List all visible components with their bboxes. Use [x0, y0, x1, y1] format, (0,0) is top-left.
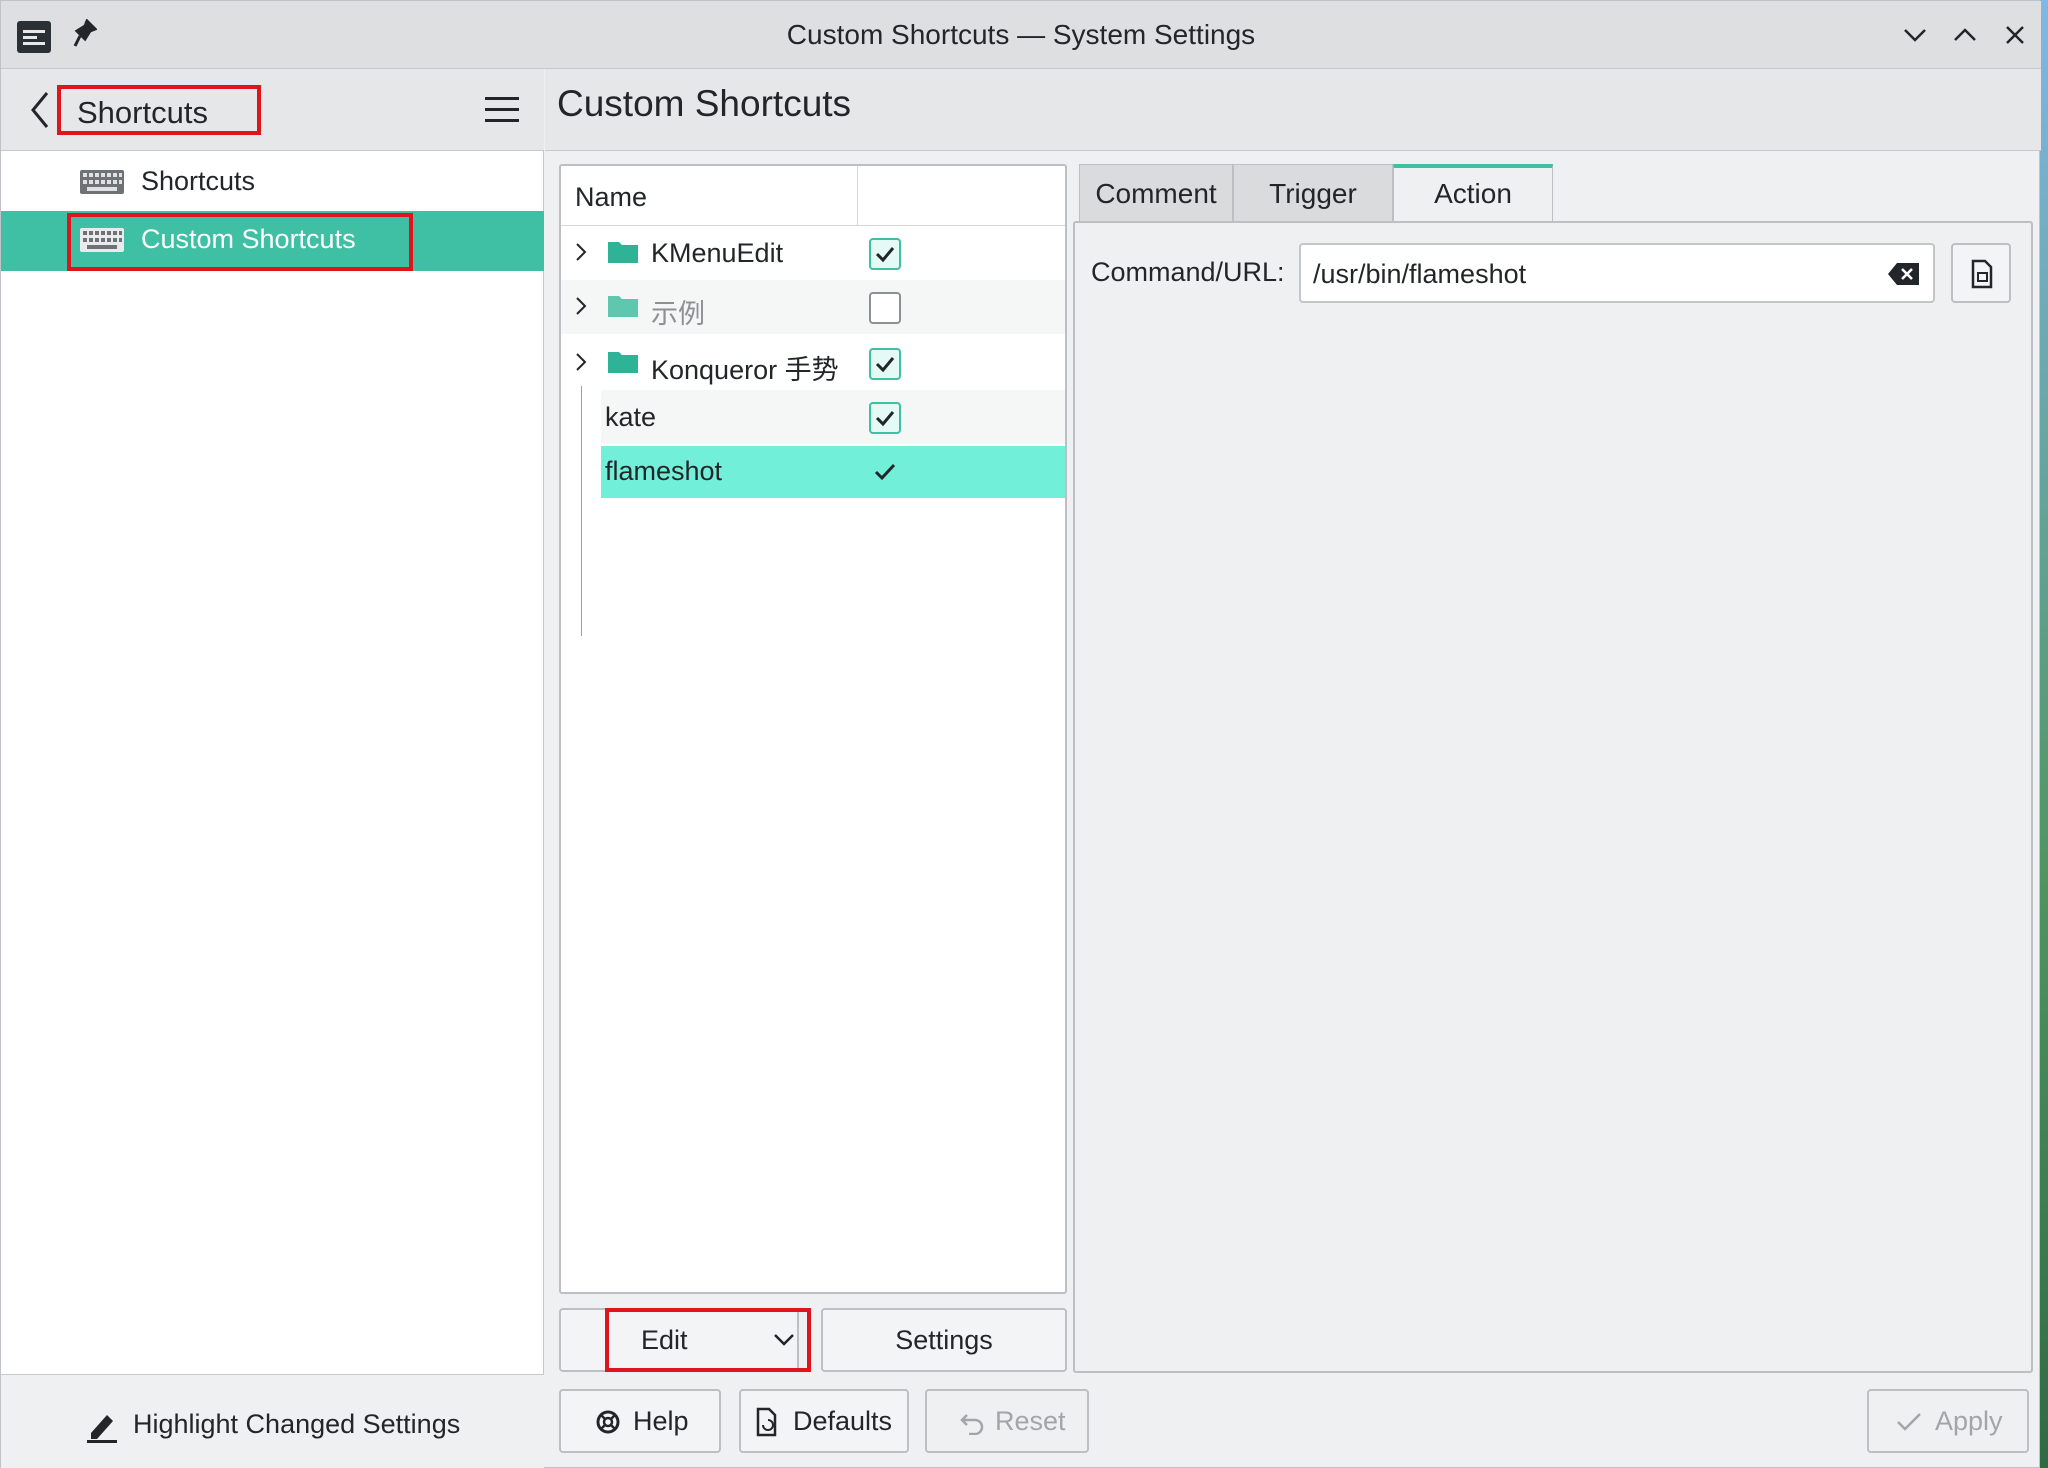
check-icon	[1897, 1413, 1921, 1431]
column-header-name[interactable]: Name	[575, 182, 647, 213]
tab-trigger[interactable]: Trigger	[1233, 164, 1393, 224]
tree-row-example[interactable]: 示例	[561, 280, 1065, 334]
tab-content-panel	[1073, 221, 2033, 1373]
pen-icon	[87, 1415, 117, 1443]
keyboard-icon	[80, 170, 124, 194]
reset-button[interactable]: Reset	[925, 1389, 1089, 1453]
system-settings-window: Custom Shortcuts — System Settings Short…	[0, 0, 2041, 1468]
expand-arrow-icon[interactable]	[571, 240, 591, 264]
maximize-button[interactable]	[1945, 15, 1985, 55]
highlight-changed-settings-label: Highlight Changed Settings	[133, 1409, 461, 1439]
annotation-highlight-box	[605, 1308, 811, 1372]
tree-row-kate[interactable]: kate	[601, 390, 1065, 444]
annotation-highlight-box	[67, 213, 413, 271]
enabled-checkbox[interactable]	[869, 238, 901, 270]
tree-row-label: Konqueror 手势	[651, 355, 839, 385]
hamburger-menu-icon[interactable]	[485, 97, 519, 123]
minimize-button[interactable]	[1895, 15, 1935, 55]
apply-button-label: Apply	[1935, 1406, 2003, 1436]
command-url-value: /usr/bin/flameshot	[1313, 259, 1527, 289]
browse-file-button[interactable]	[1951, 243, 2011, 303]
tree-header: Name	[561, 166, 1065, 226]
defaults-button[interactable]: Defaults	[739, 1389, 909, 1453]
desktop-background	[2040, 0, 2048, 1468]
tree-row-label: flameshot	[605, 456, 723, 486]
tree-branch-line	[581, 386, 582, 636]
enabled-checkbox[interactable]	[869, 292, 901, 324]
command-url-label: Command/URL:	[1091, 257, 1285, 287]
apply-button[interactable]: Apply	[1867, 1389, 2029, 1453]
tree-row-konqueror[interactable]: Konqueror 手势	[561, 336, 1065, 390]
help-button[interactable]: Help	[559, 1389, 721, 1453]
enabled-checkbox[interactable]	[869, 348, 901, 380]
sidebar-title: Shortcuts	[57, 85, 261, 135]
undo-icon	[960, 1414, 984, 1435]
tab-comment[interactable]: Comment	[1079, 164, 1233, 224]
highlight-changed-settings-button[interactable]: Highlight Changed Settings	[1, 1374, 544, 1468]
reset-button-label: Reset	[995, 1406, 1066, 1436]
expand-arrow-icon[interactable]	[571, 350, 591, 374]
sidebar: Shortcuts Shortcuts Custom Shortcuts Hig…	[1, 69, 544, 1468]
tree-row-label: kate	[605, 402, 657, 432]
tree-row-label: KMenuEdit	[651, 238, 784, 268]
window-title: Custom Shortcuts — System Settings	[786, 19, 1256, 50]
tab-action[interactable]: Action	[1393, 164, 1553, 226]
folder-icon	[608, 242, 638, 263]
back-arrow-icon[interactable]	[25, 87, 55, 133]
folder-icon	[608, 352, 638, 373]
enabled-checkbox[interactable]	[869, 402, 901, 434]
command-url-input[interactable]: /usr/bin/flameshot	[1299, 243, 1935, 303]
settings-button[interactable]: Settings	[821, 1308, 1067, 1372]
expand-arrow-icon[interactable]	[571, 294, 591, 318]
title-bar: Custom Shortcuts — System Settings	[1, 1, 2041, 69]
sidebar-header: Shortcuts	[1, 69, 544, 151]
close-button[interactable]	[1995, 15, 2035, 55]
shortcuts-tree[interactable]: Name KMenuEdit 示例 Konqueror 手势 kate flam…	[559, 164, 1067, 1294]
column-divider	[857, 166, 858, 226]
help-button-label: Help	[633, 1406, 689, 1436]
defaults-button-label: Defaults	[793, 1406, 893, 1436]
clear-text-icon[interactable]	[1887, 261, 1921, 287]
sidebar-item-shortcuts[interactable]: Shortcuts	[1, 153, 544, 213]
tree-row-label: 示例	[651, 299, 705, 329]
help-lifebuoy-icon	[596, 1410, 620, 1434]
page-title: Custom Shortcuts	[557, 83, 852, 124]
tree-row-kmenuedit[interactable]: KMenuEdit	[561, 226, 1065, 280]
folder-icon	[608, 296, 638, 317]
document-icon	[1971, 259, 1993, 289]
main-header: Custom Shortcuts	[545, 69, 2041, 151]
document-icon	[756, 1407, 777, 1437]
sidebar-item-label: Shortcuts	[141, 166, 256, 196]
check-icon[interactable]	[873, 460, 897, 484]
tree-row-flameshot[interactable]: flameshot	[601, 446, 1065, 498]
